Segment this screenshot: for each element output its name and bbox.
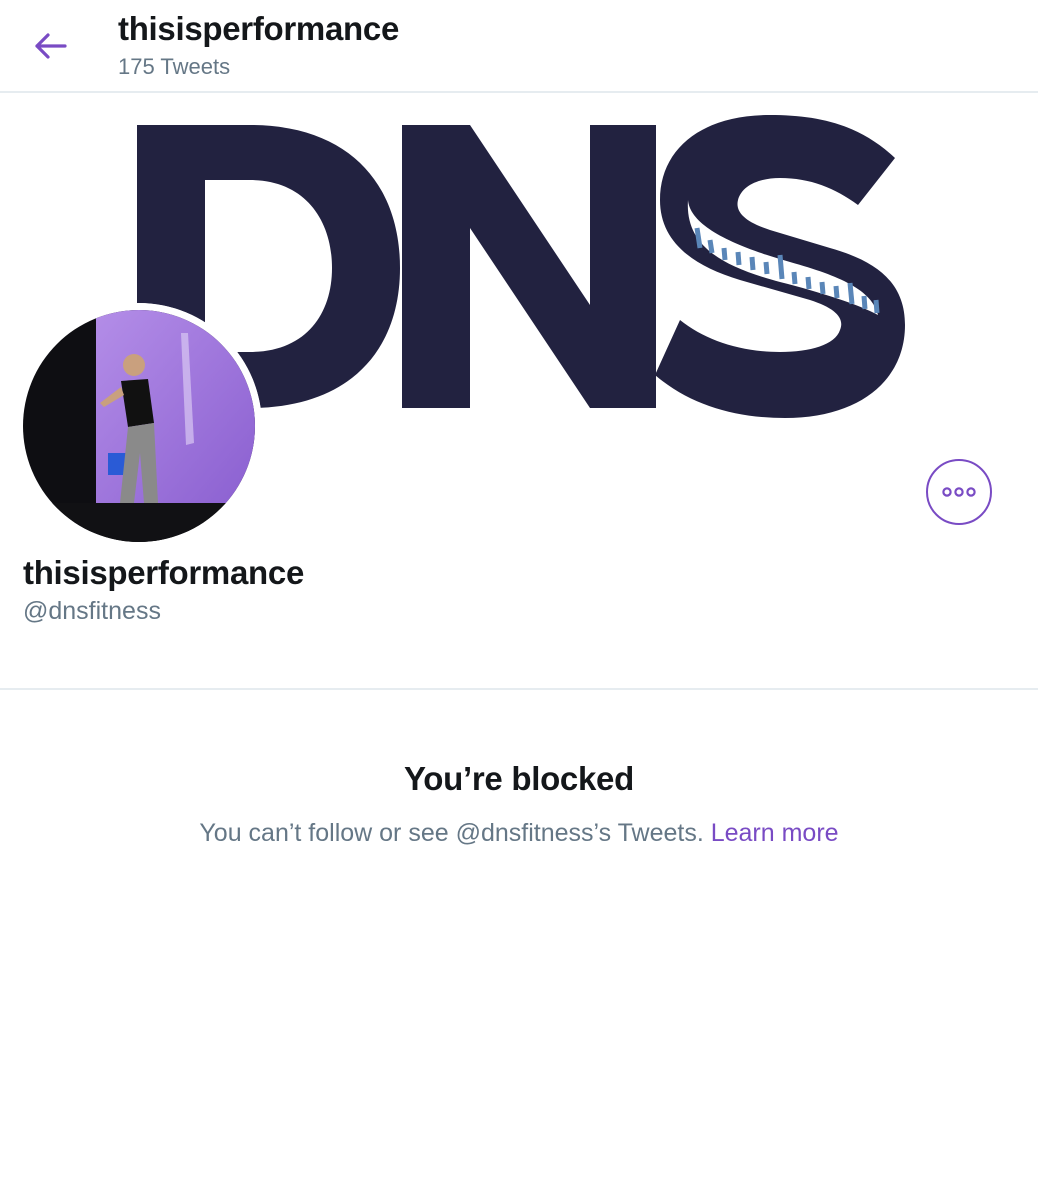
blocked-title: You’re blocked [404, 760, 634, 797]
learn-more-link[interactable]: Learn more [711, 819, 839, 847]
profile-handle: @dnsfitness [23, 597, 161, 625]
profile-page: thisisperformance 175 Tweets thisisperfo… [0, 0, 1038, 1200]
more-horizontal-icon [942, 487, 976, 497]
tweet-count: 175 Tweets [118, 54, 231, 79]
section-divider [0, 688, 1038, 690]
header-title: thisisperformance [118, 10, 399, 47]
back-arrow-icon [35, 33, 67, 59]
blocked-description-text: You can’t follow or see @dnsfitness’s Tw… [199, 819, 704, 847]
profile-avatar[interactable] [16, 303, 262, 549]
back-button[interactable] [30, 28, 70, 64]
top-header: thisisperformance 175 Tweets [0, 0, 1038, 93]
avatar-photo [16, 303, 262, 549]
profile-display-name: thisisperformance [23, 554, 304, 591]
blocked-description: You can’t follow or see @dnsfitness’s Tw… [0, 819, 1038, 848]
more-options-button[interactable] [926, 459, 992, 525]
